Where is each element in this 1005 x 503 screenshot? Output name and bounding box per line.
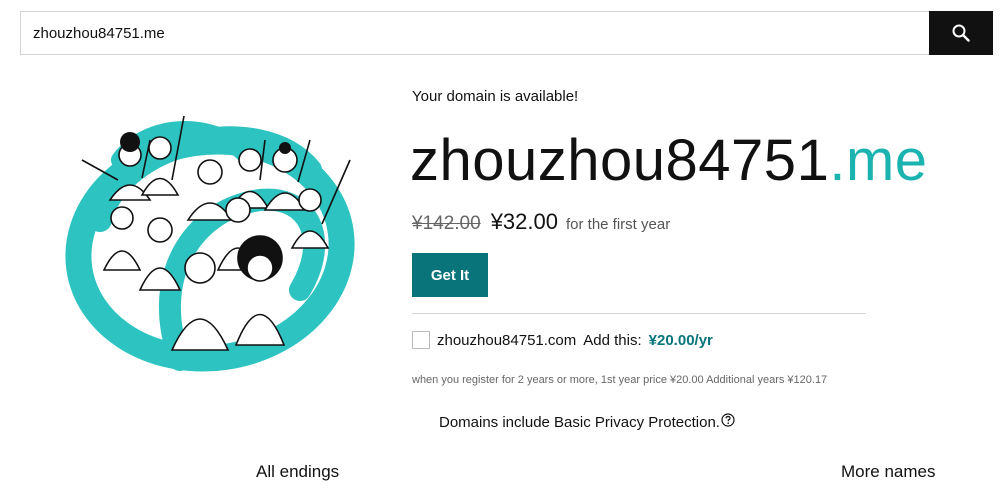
addon-fine-print: when you register for 2 years or more, 1… (412, 374, 828, 386)
addon-label: Add this: (583, 331, 642, 349)
availability-message: Your domain is available! (412, 88, 579, 105)
addon-domain: zhouzhou84751.com (437, 331, 577, 349)
addon-row: zhouzhou84751.com Add this: ¥20.00/yr (412, 331, 713, 349)
privacy-note: Domains include Basic Privacy Protection… (439, 413, 735, 431)
price-note: for the first year (565, 216, 671, 233)
search-bar (20, 11, 993, 55)
domain-base: zhouzhou84751 (410, 128, 830, 193)
price-row: ¥142.00 ¥32.00 for the first year (412, 209, 670, 235)
crowd-illustration (65, 115, 355, 372)
domain-name: zhouzhou84751.me (410, 128, 928, 194)
tab-all-endings[interactable]: All endings (256, 462, 339, 482)
help-circle-icon[interactable] (721, 413, 735, 427)
search-button[interactable] (929, 11, 993, 55)
old-price: ¥142.00 (412, 213, 481, 234)
addon-price: ¥20.00/yr (648, 331, 713, 349)
privacy-text: Domains include Basic Privacy Protection… (439, 414, 720, 431)
tab-more-names[interactable]: More names (841, 462, 935, 482)
get-it-button[interactable]: Get It (412, 253, 488, 297)
domain-tld: .me (829, 128, 928, 193)
search-icon (952, 24, 970, 42)
search-input[interactable] (21, 12, 929, 54)
new-price: ¥32.00 (490, 209, 558, 234)
divider (412, 313, 866, 314)
addon-checkbox[interactable] (412, 331, 430, 349)
